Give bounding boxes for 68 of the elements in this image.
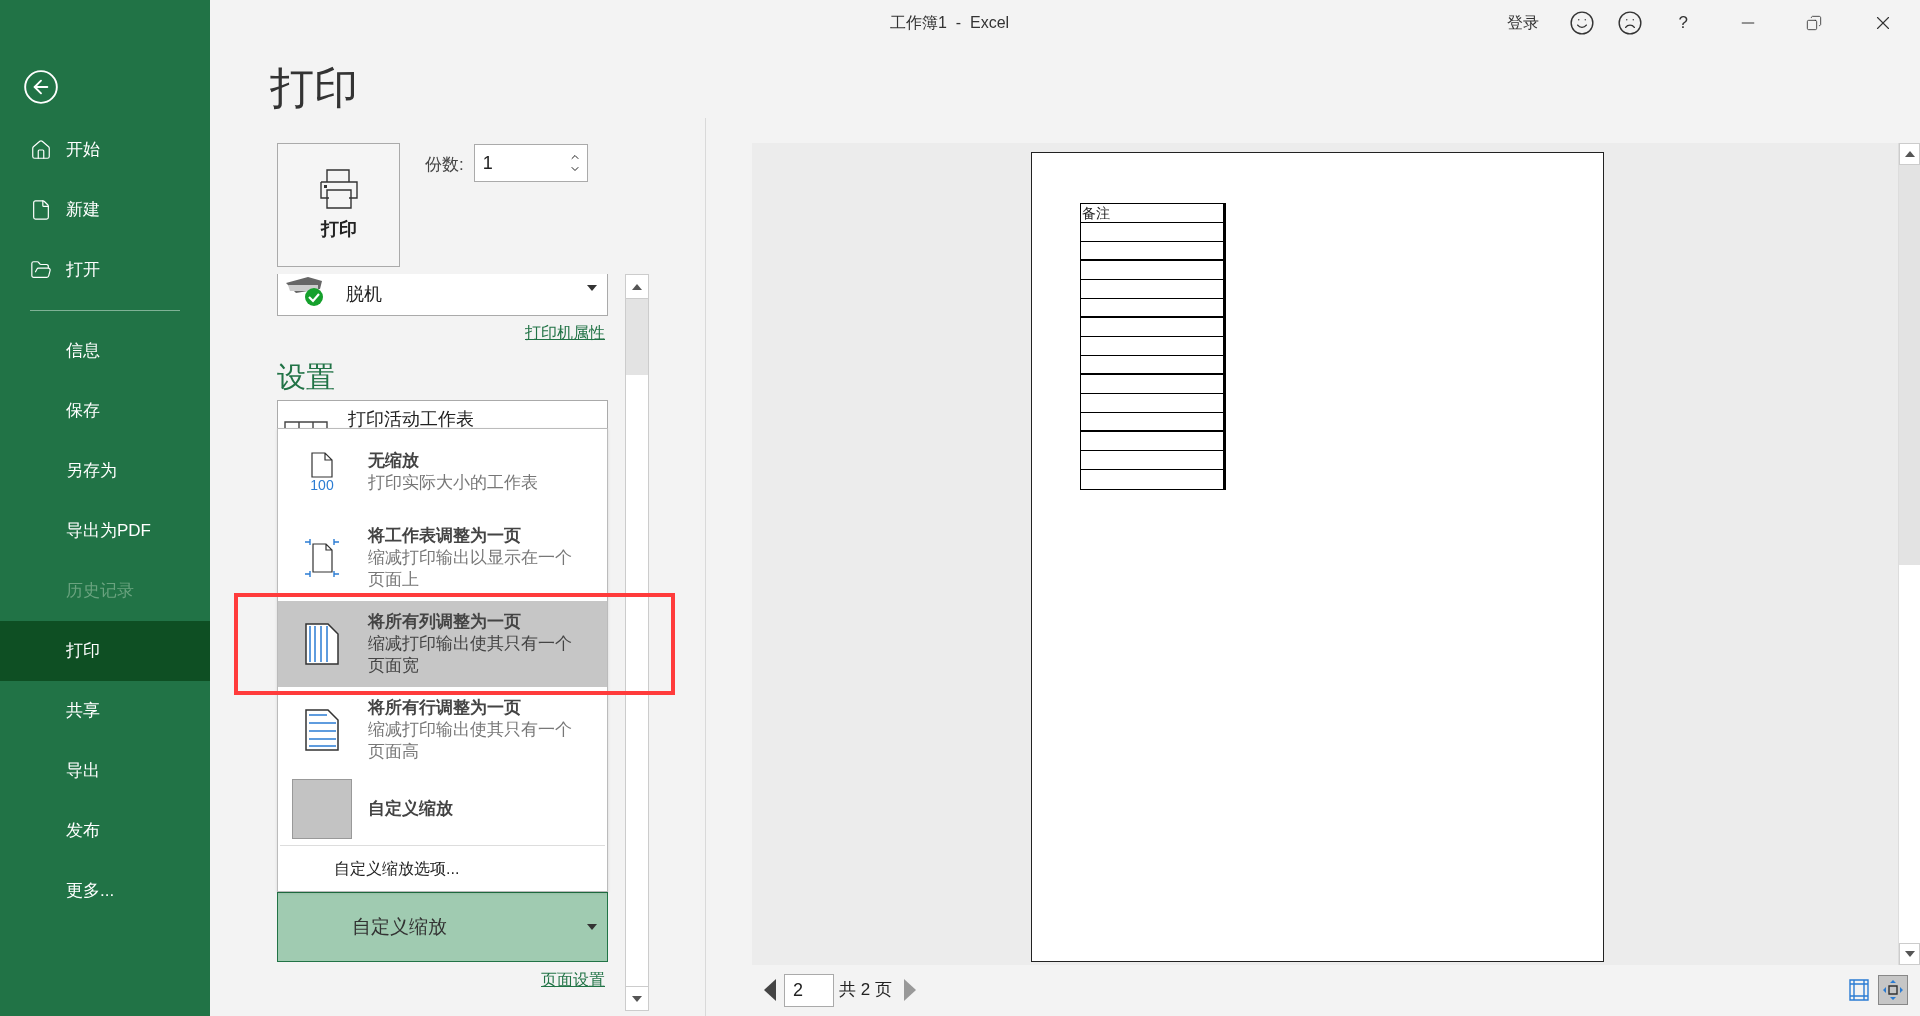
- sidebar-item[interactable]: 更多...: [0, 861, 210, 921]
- custom-scaling-options-item[interactable]: 自定义缩放选项...: [278, 846, 607, 891]
- scaling-option[interactable]: 将所有列调整为一页 缩减打印输出使其只有一个页面宽: [278, 601, 607, 687]
- scroll-thumb[interactable]: [626, 299, 648, 375]
- columns-page-icon: [305, 623, 339, 665]
- sidebar-item[interactable]: 开始: [0, 120, 210, 180]
- sidebar-item[interactable]: 信息: [0, 321, 210, 381]
- option-title: 无缩放: [368, 450, 420, 472]
- sidebar-item[interactable]: 共享: [0, 681, 210, 741]
- next-page-icon[interactable]: [903, 979, 916, 1001]
- previous-page-icon[interactable]: [764, 979, 776, 1001]
- frown-icon[interactable]: [1616, 10, 1643, 36]
- sidebar-item[interactable]: 导出为PDF: [0, 501, 210, 561]
- zoom-to-page-button[interactable]: [1878, 975, 1908, 1005]
- print-scope-value: 打印活动工作表: [348, 408, 474, 430]
- scaling-option[interactable]: 将工作表调整为一页 缩减打印输出以显示在一个页面上: [278, 515, 607, 601]
- folder-icon: [30, 259, 52, 281]
- option-description: 缩减打印输出使其只有一个页面宽: [368, 633, 573, 677]
- scrollbar[interactable]: [625, 274, 649, 1011]
- page-setup-link[interactable]: 页面设置: [541, 968, 605, 992]
- settings-heading: 设置: [277, 360, 336, 395]
- dropdown-caret-icon: [587, 924, 597, 930]
- fit-page-icon: [304, 538, 340, 578]
- option-description: 打印实际大小的工作表: [368, 472, 539, 494]
- option-title: 自定义缩放: [368, 798, 454, 820]
- scaling-option[interactable]: 将所有行调整为一页 缩减打印输出使其只有一个页面高: [278, 687, 607, 773]
- print-button[interactable]: 打印: [277, 143, 400, 267]
- scroll-up-icon[interactable]: [1899, 143, 1920, 165]
- printer-properties-link[interactable]: 打印机属性: [525, 321, 605, 345]
- printer-dropdown[interactable]: 脱机: [277, 274, 608, 316]
- sidebar-item[interactable]: 打开: [0, 240, 210, 300]
- scaling-dropdown[interactable]: 自定义缩放: [277, 892, 608, 962]
- show-margins-icon[interactable]: [1848, 978, 1870, 1002]
- scroll-thumb[interactable]: [1899, 165, 1920, 565]
- rows-page-icon: [305, 709, 339, 751]
- blank-preview-icon: [292, 779, 352, 839]
- sidebar-item[interactable]: 发布: [0, 801, 210, 861]
- restore-icon[interactable]: [1806, 15, 1822, 31]
- sidebar-item[interactable]: 新建: [0, 180, 210, 240]
- scaling-option[interactable]: 100 无缩放 打印实际大小的工作表: [278, 429, 607, 515]
- copies-spinner[interactable]: 1: [473, 144, 588, 182]
- option-title: 将所有列调整为一页: [368, 611, 522, 633]
- option-description: 缩减打印输出以显示在一个页面上: [368, 547, 573, 591]
- page-title: 打印: [270, 62, 359, 114]
- back-icon[interactable]: [22, 68, 60, 106]
- sidebar-item[interactable]: 导出: [0, 741, 210, 801]
- dropdown-caret-icon: [587, 284, 597, 291]
- option-title: 将所有行调整为一页: [368, 697, 522, 719]
- copies-label: 份数:: [425, 154, 464, 176]
- scaling-option[interactable]: 自定义缩放: [278, 773, 607, 845]
- sidebar-item[interactable]: 保存: [0, 381, 210, 441]
- window-title: 工作簿1 - Excel: [890, 13, 1010, 33]
- home-icon: [30, 139, 52, 161]
- sidebar-item[interactable]: 另存为: [0, 441, 210, 501]
- sign-in-link[interactable]: 登录: [1506, 11, 1539, 35]
- option-title: 将工作表调整为一页: [368, 525, 522, 547]
- printer-name: 脱机: [346, 283, 383, 306]
- sidebar-item[interactable]: 打印: [0, 621, 210, 681]
- option-description: 缩减打印输出使其只有一个页面高: [368, 719, 573, 763]
- page-count: 共 2 页: [839, 979, 892, 1002]
- smile-icon[interactable]: [1568, 10, 1595, 36]
- preview-scrollbar[interactable]: [1898, 143, 1920, 965]
- page-number-field[interactable]: 2: [784, 973, 834, 1007]
- document-icon: [30, 199, 52, 221]
- help-button[interactable]: ?: [1678, 10, 1688, 36]
- table-cell: 备注: [1080, 204, 1223, 223]
- scroll-down-icon[interactable]: [1899, 943, 1920, 965]
- sheets-icon: [284, 421, 328, 429]
